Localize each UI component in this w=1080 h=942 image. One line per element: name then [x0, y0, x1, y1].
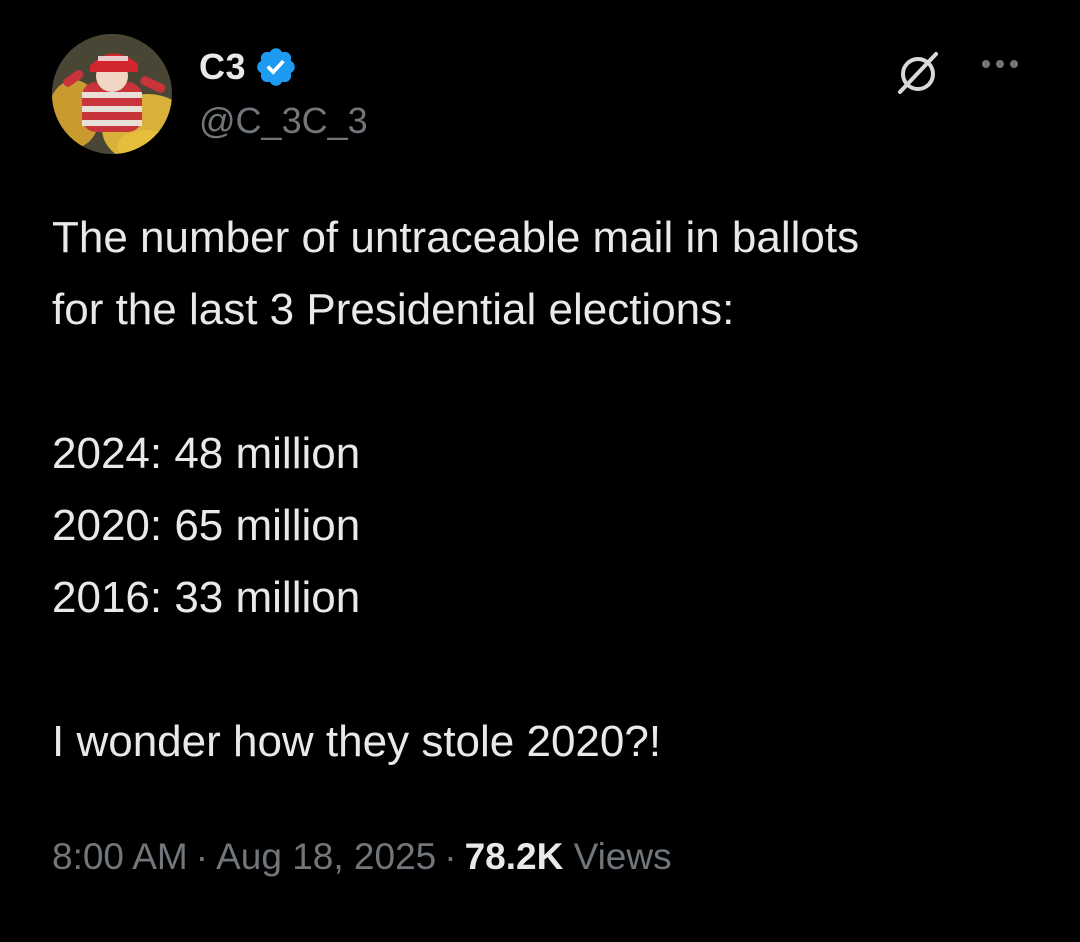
views-label: Views	[573, 836, 672, 877]
meta-separator: ·	[195, 836, 209, 877]
tweet-closing-line: I wonder how they stole 2020?!	[52, 717, 662, 766]
tweet-stat-line: 2024: 48 million	[52, 429, 361, 478]
tweet-time[interactable]: 8:00 AM	[52, 836, 188, 877]
verified-badge-icon	[257, 48, 295, 86]
tweet-stat-line: 2016: 33 million	[52, 573, 361, 622]
tweet-stat-line: 2020: 65 million	[52, 501, 361, 550]
avatar[interactable]	[52, 34, 172, 154]
author-name-row: C3	[199, 42, 298, 92]
grok-icon	[898, 52, 938, 94]
more-options-icon	[982, 60, 1018, 68]
tweet: C3 @C_3C_3 The number of untraceable mai…	[0, 0, 1080, 942]
grok-button[interactable]	[892, 46, 944, 98]
meta-separator: ·	[444, 836, 457, 877]
author-handle[interactable]: @C_3C_3	[199, 100, 368, 142]
more-options-button[interactable]	[976, 52, 1024, 76]
tweet-text-line: The number of untraceable mail in ballot…	[52, 213, 860, 262]
views-count[interactable]: 78.2K	[465, 836, 564, 877]
tweet-date[interactable]: Aug 18, 2025	[216, 836, 436, 877]
tweet-metadata: 8:00 AM · Aug 18, 2025 · 78.2K Views	[52, 836, 672, 878]
author-display-name[interactable]: C3	[199, 46, 246, 88]
tweet-body: The number of untraceable mail in ballot…	[52, 202, 1052, 778]
user-avatar-photo-icon	[52, 34, 172, 154]
tweet-text-line: for the last 3 Presidential elections:	[52, 285, 735, 334]
